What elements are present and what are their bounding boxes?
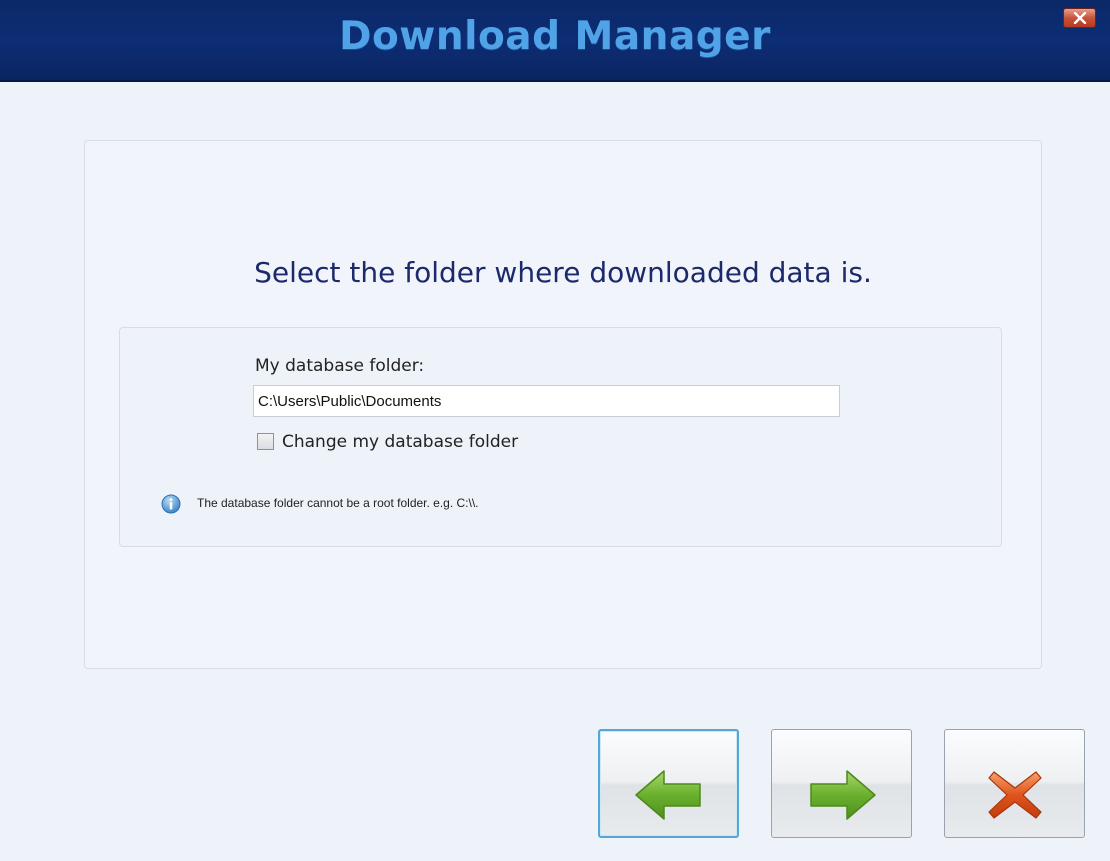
- folder-settings-panel: [119, 327, 1002, 547]
- info-icon: [161, 494, 181, 514]
- database-folder-input[interactable]: [253, 385, 840, 417]
- back-button[interactable]: [598, 729, 739, 838]
- window-title: Download Manager: [339, 14, 771, 59]
- cancel-x-icon: [987, 770, 1042, 819]
- arrow-left-icon: [634, 769, 701, 820]
- close-icon: [1073, 12, 1086, 24]
- change-folder-checkbox[interactable]: [257, 433, 274, 450]
- cancel-button[interactable]: [944, 729, 1085, 838]
- arrow-right-icon: [809, 769, 876, 820]
- next-button[interactable]: [771, 729, 912, 838]
- close-button[interactable]: [1063, 8, 1096, 28]
- change-folder-checkbox-label[interactable]: Change my database folder: [282, 432, 518, 452]
- page-heading: Select the folder where downloaded data …: [254, 256, 872, 289]
- database-folder-label: My database folder:: [255, 356, 425, 376]
- info-message: The database folder cannot be a root fol…: [197, 496, 479, 510]
- title-bar: Download Manager: [0, 0, 1110, 82]
